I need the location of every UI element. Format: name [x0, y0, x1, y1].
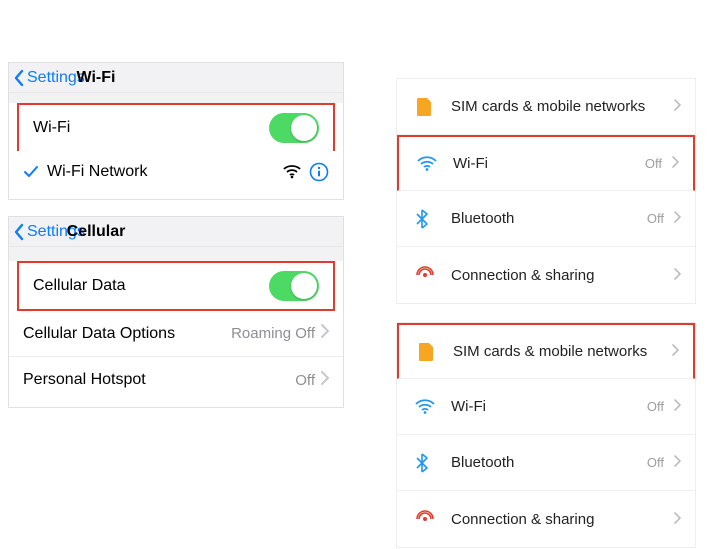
row-value: Off: [647, 399, 664, 414]
row-label: Connection & sharing: [451, 511, 674, 528]
bluetooth-icon: [415, 453, 451, 473]
info-icon[interactable]: [309, 162, 329, 182]
back-button[interactable]: Settings: [9, 69, 85, 87]
chevron-left-icon: [13, 69, 25, 87]
wifi-icon: [415, 399, 451, 415]
wifi-icon: [417, 156, 453, 172]
ios-cellular-panel: Settings Cellular Cellular Data Cellular…: [8, 216, 344, 408]
chevron-right-icon: [321, 371, 329, 390]
spacer: [9, 93, 343, 103]
cellular-options-value: Roaming Off: [231, 325, 315, 342]
cellular-options-label: Cellular Data Options: [23, 325, 231, 343]
chevron-right-icon: [674, 398, 681, 415]
wifi-signal-icon: [283, 165, 301, 179]
share-icon: [415, 266, 451, 284]
row-label: Wi-Fi: [453, 155, 645, 172]
cellular-toggle-label: Cellular Data: [33, 277, 269, 295]
ios-cellular-header: Settings Cellular: [9, 217, 343, 247]
sim-row[interactable]: SIM cards & mobile networks: [397, 323, 695, 379]
back-label: Settings: [27, 69, 85, 87]
row-label: Bluetooth: [451, 210, 647, 227]
wifi-network-row[interactable]: Wi-Fi Network: [9, 151, 343, 193]
row-label: Wi-Fi: [451, 398, 647, 415]
chevron-right-icon: [672, 343, 679, 360]
sim-row[interactable]: SIM cards & mobile networks: [397, 79, 695, 135]
row-label: Bluetooth: [451, 454, 647, 471]
android-settings-panel-a: SIM cards & mobile networks Wi-Fi Off Bl…: [396, 78, 696, 304]
row-value: Off: [645, 156, 662, 171]
spacer: [9, 247, 343, 261]
ios-wifi-panel: Settings Wi-Fi Wi-Fi Wi-Fi Network: [8, 62, 344, 200]
checkmark-icon: [23, 164, 39, 180]
bluetooth-icon: [415, 209, 451, 229]
hotspot-value: Off: [295, 372, 315, 389]
wifi-row[interactable]: Wi-Fi Off: [397, 379, 695, 435]
hotspot-label: Personal Hotspot: [23, 371, 295, 389]
row-value: Off: [647, 455, 664, 470]
connection-sharing-row[interactable]: Connection & sharing: [397, 491, 695, 547]
hotspot-row[interactable]: Personal Hotspot Off: [9, 357, 343, 403]
sim-icon: [415, 97, 451, 117]
chevron-left-icon: [13, 223, 25, 241]
cellular-toggle-row[interactable]: Cellular Data: [17, 261, 335, 311]
android-settings-panel-b: SIM cards & mobile networks Wi-Fi Off Bl…: [396, 322, 696, 548]
chevron-right-icon: [672, 155, 679, 172]
share-icon: [415, 510, 451, 528]
chevron-right-icon: [674, 511, 681, 528]
wifi-toggle-row[interactable]: Wi-Fi: [17, 103, 335, 151]
row-value: Off: [647, 211, 664, 226]
network-name: Wi-Fi Network: [47, 163, 283, 181]
wifi-row[interactable]: Wi-Fi Off: [397, 135, 695, 191]
back-label: Settings: [27, 223, 85, 241]
wifi-toggle-switch[interactable]: [269, 113, 319, 143]
chevron-right-icon: [674, 454, 681, 471]
back-button[interactable]: Settings: [9, 223, 85, 241]
row-label: Connection & sharing: [451, 267, 674, 284]
chevron-right-icon: [674, 210, 681, 227]
wifi-toggle-label: Wi-Fi: [33, 119, 269, 137]
bluetooth-row[interactable]: Bluetooth Off: [397, 191, 695, 247]
connection-sharing-row[interactable]: Connection & sharing: [397, 247, 695, 303]
chevron-right-icon: [674, 267, 681, 284]
cellular-options-row[interactable]: Cellular Data Options Roaming Off: [9, 311, 343, 357]
row-label: SIM cards & mobile networks: [453, 343, 672, 360]
ios-wifi-header: Settings Wi-Fi: [9, 63, 343, 93]
chevron-right-icon: [321, 324, 329, 343]
bluetooth-row[interactable]: Bluetooth Off: [397, 435, 695, 491]
row-label: SIM cards & mobile networks: [451, 98, 674, 115]
chevron-right-icon: [674, 98, 681, 115]
sim-icon: [417, 342, 453, 362]
cellular-toggle-switch[interactable]: [269, 271, 319, 301]
